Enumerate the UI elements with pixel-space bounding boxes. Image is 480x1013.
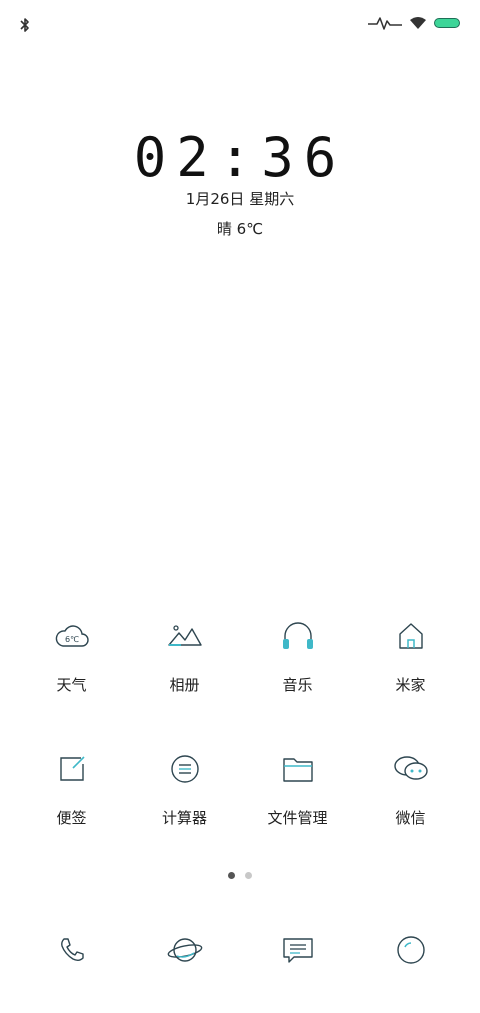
weather-icon-temp: 6℃: [64, 635, 78, 644]
page-indicator: [0, 872, 480, 879]
home-icon: [391, 616, 431, 656]
clock-date: 1月26日 星期六: [185, 190, 295, 208]
app-calculator[interactable]: 计算器: [128, 745, 241, 878]
battery-icon: [434, 18, 460, 28]
app-label: 天气: [56, 676, 87, 694]
app-weather[interactable]: 6℃ 天气: [15, 612, 128, 745]
app-label: 便签: [56, 809, 87, 827]
app-label: 文件管理: [267, 809, 328, 827]
dock: [15, 926, 467, 970]
notes-icon: [52, 749, 92, 789]
app-label: 微信: [395, 809, 426, 827]
app-gallery[interactable]: 相册: [128, 612, 241, 745]
browser-planet-icon: [165, 930, 205, 970]
music-headphones-icon: [278, 616, 318, 656]
dock-phone[interactable]: [15, 926, 128, 970]
activity-signal-icon: [368, 17, 402, 30]
weather-cloud-icon: 6℃: [52, 616, 92, 656]
bluetooth-icon: [20, 18, 29, 32]
app-wechat[interactable]: 微信: [354, 745, 467, 878]
clock-weather[interactable]: 晴 6℃: [0, 218, 480, 239]
wifi-icon: [410, 17, 426, 29]
messages-icon: [278, 930, 318, 970]
phone-icon: [52, 930, 92, 970]
app-mijia[interactable]: 米家: [354, 612, 467, 745]
clock-time[interactable]: 02:36: [0, 126, 480, 189]
app-label: 音乐: [282, 676, 313, 694]
folder-icon: [278, 749, 318, 789]
gallery-mountain-icon: [165, 616, 205, 656]
wechat-icon: [391, 749, 431, 789]
app-row: 6℃ 天气 相册 音乐 米家: [0, 612, 480, 745]
app-label: 计算器: [161, 809, 207, 827]
status-bar: [0, 0, 480, 50]
camera-icon: [391, 930, 431, 970]
page-dot[interactable]: [245, 872, 252, 879]
dock-camera[interactable]: [354, 926, 467, 970]
dock-messages[interactable]: [241, 926, 354, 970]
calculator-icon: [165, 749, 205, 789]
app-music[interactable]: 音乐: [241, 612, 354, 745]
app-file-manager[interactable]: 文件管理: [241, 745, 354, 878]
app-label: 米家: [395, 676, 426, 694]
page-dot-active[interactable]: [228, 872, 235, 879]
app-grid: 6℃ 天气 相册 音乐 米家 便签 计算器 文件管理 微信: [0, 612, 480, 878]
app-label: 相册: [169, 676, 200, 694]
dock-browser[interactable]: [128, 926, 241, 970]
app-notes[interactable]: 便签: [15, 745, 128, 878]
app-row: 便签 计算器 文件管理 微信: [0, 745, 480, 878]
